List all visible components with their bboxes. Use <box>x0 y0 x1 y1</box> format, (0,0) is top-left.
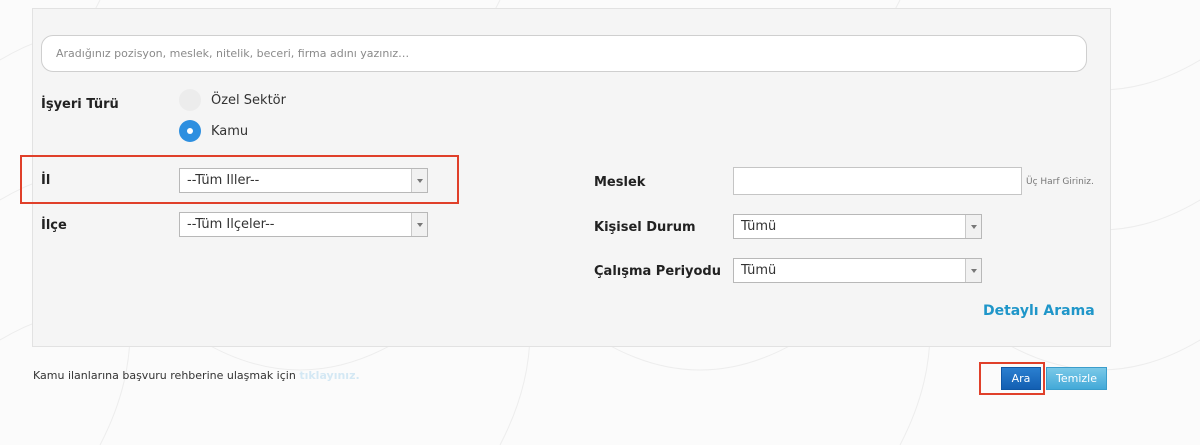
clear-button[interactable]: Temizle <box>1046 367 1107 390</box>
chevron-down-icon[interactable] <box>965 215 981 238</box>
search-input[interactable] <box>41 35 1087 72</box>
il-select-value: --Tüm İller-- <box>187 173 260 188</box>
radio-kamu[interactable]: Kamu <box>179 120 248 142</box>
calisma-periyodu-value: Tümü <box>741 263 777 278</box>
meslek-input[interactable] <box>733 167 1022 195</box>
calisma-periyodu-select[interactable]: Tümü <box>733 258 982 283</box>
kisisel-durum-select[interactable]: Tümü <box>733 214 982 239</box>
chevron-down-icon[interactable] <box>965 259 981 282</box>
il-select[interactable]: --Tüm İller-- <box>179 168 428 193</box>
kisisel-durum-label: Kişisel Durum <box>594 220 696 235</box>
isyeri-turu-label: İşyeri Türü <box>41 97 119 112</box>
meslek-hint: Üç Harf Giriniz. <box>1026 177 1094 187</box>
footer-info: Kamu ilanlarına başvuru rehberine ulaşma… <box>33 369 360 382</box>
ilce-select-value: --Tüm İlçeler-- <box>187 217 275 232</box>
chevron-down-icon[interactable] <box>411 169 427 192</box>
meslek-label: Meslek <box>594 175 646 190</box>
calisma-periyodu-label: Çalışma Periyodu <box>594 264 721 279</box>
radio-ozel-sektor[interactable]: Özel Sektör <box>179 89 286 111</box>
detayli-arama-link[interactable]: Detaylı Arama <box>983 303 1095 319</box>
radio-label-kamu: Kamu <box>211 123 249 139</box>
ilce-label: İlçe <box>41 218 67 233</box>
ilce-select[interactable]: --Tüm İlçeler-- <box>179 212 428 237</box>
footer-text: Kamu ilanlarına başvuru rehberine ulaşma… <box>33 369 300 382</box>
guide-link[interactable]: tıklayınız. <box>299 369 359 382</box>
il-label: İl <box>41 173 51 188</box>
chevron-down-icon[interactable] <box>411 213 427 236</box>
search-button[interactable]: Ara <box>1001 367 1041 390</box>
radio-label-ozel-sektor: Özel Sektör <box>211 92 286 108</box>
radio-button-checked[interactable] <box>179 120 201 142</box>
kisisel-durum-value: Tümü <box>741 219 777 234</box>
radio-button-unchecked[interactable] <box>179 89 201 111</box>
